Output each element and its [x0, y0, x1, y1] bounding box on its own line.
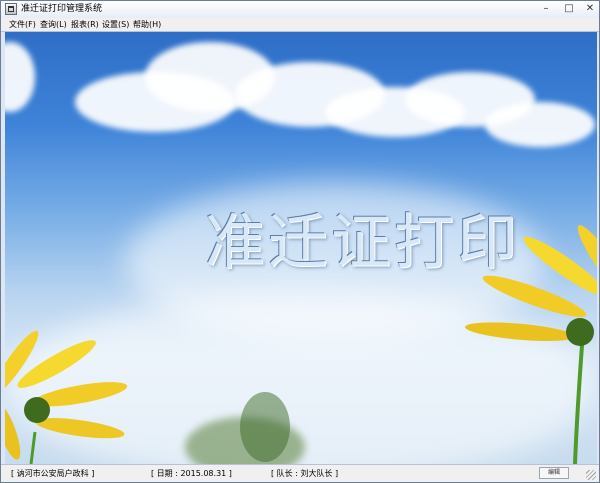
background-image: 准迁证打印	[5, 32, 597, 464]
main-window: 准迁证打印管理系统 – □ ✕ 文件(F) 查询(L) 报表(R) 设置(S) …	[0, 0, 600, 483]
title-bar[interactable]: 准迁证打印管理系统 – □ ✕	[1, 1, 599, 19]
status-department: [ 讷河市公安局户政科 ]	[11, 469, 95, 478]
status-date: [ 日期 : 2015.08.31 ]	[151, 469, 232, 478]
menu-bar: 文件(F) 查询(L) 报表(R) 设置(S) 帮助(H)	[1, 18, 599, 32]
menu-settings[interactable]: 设置(S)	[100, 18, 131, 31]
app-icon	[5, 3, 17, 15]
window-title: 准迁证打印管理系统	[21, 4, 103, 14]
menu-query[interactable]: 查询(L)	[38, 18, 69, 31]
status-bar: [ 讷河市公安局户政科 ] [ 日期 : 2015.08.31 ] [ 队长 :…	[1, 464, 599, 482]
status-indicator: 编辑	[539, 467, 569, 479]
status-leader: [ 队长 : 刘大队长 ]	[271, 469, 339, 478]
menu-report[interactable]: 报表(R)	[69, 18, 101, 31]
menu-help[interactable]: 帮助(H)	[131, 18, 163, 31]
menu-file[interactable]: 文件(F)	[7, 18, 38, 31]
close-button[interactable]: ✕	[577, 1, 599, 18]
banner-title: 准迁证打印	[205, 208, 520, 278]
resize-grip[interactable]	[586, 470, 596, 480]
